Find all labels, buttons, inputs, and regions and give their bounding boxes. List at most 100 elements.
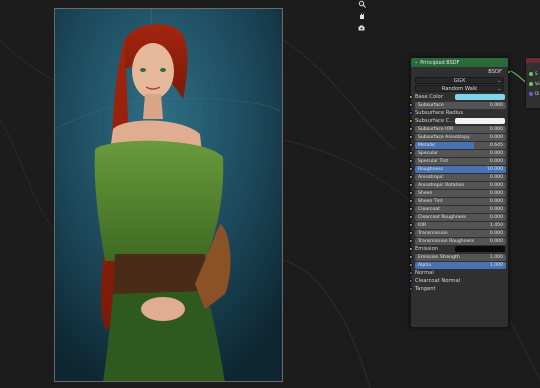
anisotropic-socket[interactable] bbox=[408, 175, 413, 179]
volume-input-socket[interactable] bbox=[529, 82, 533, 86]
specular-tint-socket[interactable] bbox=[408, 159, 413, 163]
material-output-node[interactable]: S Vo Di bbox=[525, 57, 540, 109]
node-editor[interactable]: ⌄ Principled BSDF BSDF GGX ⌄ Random Walk… bbox=[0, 0, 540, 388]
input-subsurface-radius[interactable]: Subsurface Radius bbox=[408, 109, 508, 117]
specular-field[interactable]: Specular 0.000 bbox=[415, 149, 506, 157]
output-label: BSDF bbox=[488, 68, 502, 75]
dropdown-chevron-icon: ⌄ bbox=[497, 78, 501, 83]
distribution-dropdown[interactable]: GGX ⌄ bbox=[415, 77, 504, 84]
material-output-header[interactable] bbox=[526, 58, 540, 63]
output-bsdf: BSDF bbox=[411, 67, 511, 76]
volume-label: Vo bbox=[535, 81, 540, 86]
subsurface-color-socket[interactable] bbox=[408, 119, 413, 123]
input-transmission[interactable]: Transmission 0.000 bbox=[408, 229, 508, 237]
zoom-icon[interactable] bbox=[356, 0, 368, 9]
input-clearcoat[interactable]: Clearcoat 0.000 bbox=[408, 205, 508, 213]
clearcoat-socket[interactable] bbox=[408, 207, 413, 211]
transmission-field[interactable]: Transmission 0.000 bbox=[415, 229, 506, 237]
emission-strength-socket[interactable] bbox=[408, 255, 413, 259]
transmission-roughness-socket[interactable] bbox=[408, 239, 413, 243]
input-sheen[interactable]: Sheen 0.000 bbox=[408, 189, 508, 197]
input-tangent[interactable]: Tangent bbox=[408, 285, 508, 293]
input-subsurface[interactable]: Subsurface 0.000 bbox=[408, 101, 508, 109]
ior-socket[interactable] bbox=[408, 223, 413, 227]
input-base-color[interactable]: Base Color bbox=[408, 93, 508, 101]
input-emission-strength[interactable]: Emission Strength 1.000 bbox=[408, 253, 508, 261]
collapse-chevron-icon[interactable]: ⌄ bbox=[414, 60, 418, 65]
input-ior[interactable]: IOR 1.450 bbox=[408, 221, 508, 229]
sheen-tint-socket[interactable] bbox=[408, 199, 413, 203]
input-anisotropic-rotation[interactable]: Anisotropic Rotation 0.000 bbox=[408, 181, 508, 189]
ior-field[interactable]: IOR 1.450 bbox=[415, 221, 506, 229]
specular-socket[interactable] bbox=[408, 151, 413, 155]
material-output-node-partial[interactable]: S Vo Di bbox=[525, 57, 540, 109]
camera-icon[interactable] bbox=[356, 22, 368, 33]
subsurface-method-dropdown[interactable]: Random Walk ⌄ bbox=[415, 85, 504, 92]
sheen-tint-field[interactable]: Sheen Tint 0.000 bbox=[415, 197, 506, 205]
input-specular-tint[interactable]: Specular Tint 0.000 bbox=[408, 157, 508, 165]
clearcoat-roughness-socket[interactable] bbox=[408, 215, 413, 219]
subsurface-anisotropy-field[interactable]: Subsurface Anisotropy 0.000 bbox=[415, 133, 506, 141]
transmission-socket[interactable] bbox=[408, 231, 413, 235]
tangent-socket[interactable] bbox=[408, 287, 413, 291]
clearcoat-normal-socket[interactable] bbox=[408, 279, 413, 283]
input-roughness[interactable]: Roughness 10.000 bbox=[408, 165, 508, 173]
subsurface-radius-socket[interactable] bbox=[408, 111, 413, 115]
anisotropic-rotation-socket[interactable] bbox=[408, 183, 413, 187]
field-value: 1.450 bbox=[489, 222, 503, 228]
input-clearcoat-normal[interactable]: Clearcoat Normal bbox=[408, 277, 508, 285]
base-color-swatch[interactable] bbox=[455, 94, 505, 100]
input-sheen-tint[interactable]: Sheen Tint 0.000 bbox=[408, 197, 508, 205]
displacement-input-socket[interactable] bbox=[529, 92, 533, 96]
input-normal[interactable]: Normal bbox=[408, 269, 508, 277]
field-label: Transmission bbox=[418, 230, 448, 236]
subsurface-ior-field[interactable]: Subsurface IOR 0.000 bbox=[415, 125, 506, 133]
field-value: 0.645 bbox=[489, 142, 503, 148]
field-value: 0.000 bbox=[489, 150, 503, 156]
input-subsurface-anisotropy[interactable]: Subsurface Anisotropy 0.000 bbox=[408, 133, 508, 141]
alpha-socket[interactable] bbox=[408, 263, 413, 267]
sheen-socket[interactable] bbox=[408, 191, 413, 195]
field-value: 0.000 bbox=[489, 174, 503, 180]
roughness-socket[interactable] bbox=[408, 167, 413, 171]
emission-socket[interactable] bbox=[408, 247, 413, 251]
specular-tint-field[interactable]: Specular Tint 0.000 bbox=[415, 157, 506, 165]
clearcoat-field[interactable]: Clearcoat 0.000 bbox=[415, 205, 506, 213]
input-clearcoat-roughness[interactable]: Clearcoat Roughness 0.000 bbox=[408, 213, 508, 221]
subsurface-ior-socket[interactable] bbox=[408, 127, 413, 131]
bsdf-output-socket[interactable] bbox=[506, 69, 511, 74]
surface-input-socket[interactable] bbox=[529, 72, 533, 76]
emission-strength-field[interactable]: Emission Strength 1.000 bbox=[415, 253, 506, 261]
field-value: 0.000 bbox=[489, 158, 503, 164]
principled-bsdf-node[interactable]: ⌄ Principled BSDF BSDF GGX ⌄ Random Walk… bbox=[408, 57, 511, 328]
input-specular[interactable]: Specular 0.000 bbox=[408, 149, 508, 157]
emission-swatch[interactable] bbox=[455, 246, 505, 252]
hand-icon[interactable] bbox=[356, 10, 368, 21]
input-metallic[interactable]: Metallic 0.645 bbox=[408, 141, 508, 149]
input-anisotropic[interactable]: Anisotropic 0.000 bbox=[408, 173, 508, 181]
subsurface-field[interactable]: Subsurface 0.000 bbox=[415, 101, 506, 109]
input-emission[interactable]: Emission bbox=[408, 245, 508, 253]
sheen-field[interactable]: Sheen 0.000 bbox=[415, 189, 506, 197]
base-color-socket[interactable] bbox=[408, 95, 413, 99]
metallic-field[interactable]: Metallic 0.645 bbox=[415, 141, 506, 149]
anisotropic-rotation-field[interactable]: Anisotropic Rotation 0.000 bbox=[415, 181, 506, 189]
node-header[interactable]: ⌄ Principled BSDF bbox=[411, 58, 508, 67]
alpha-field[interactable]: Alpha 1.000 bbox=[415, 261, 506, 269]
subsurface-color-swatch[interactable] bbox=[455, 118, 505, 124]
clearcoat-roughness-field[interactable]: Clearcoat Roughness 0.000 bbox=[415, 213, 506, 221]
normal-socket[interactable] bbox=[408, 271, 413, 275]
field-value: 0.000 bbox=[489, 134, 503, 140]
subsurface-anisotropy-socket[interactable] bbox=[408, 135, 413, 139]
input-alpha[interactable]: Alpha 1.000 bbox=[408, 261, 508, 269]
anisotropic-field[interactable]: Anisotropic 0.000 bbox=[415, 173, 506, 181]
field-value: 0.000 bbox=[489, 126, 503, 132]
input-subsurface-color[interactable]: Subsurface C... bbox=[408, 117, 508, 125]
subsurface-socket[interactable] bbox=[408, 103, 413, 107]
transmission-roughness-field[interactable]: Transmission Roughness 0.000 bbox=[415, 237, 506, 245]
metallic-socket[interactable] bbox=[408, 143, 413, 147]
input-subsurface-ior[interactable]: Subsurface IOR 0.000 bbox=[408, 125, 508, 133]
roughness-field[interactable]: Roughness 10.000 bbox=[415, 165, 506, 173]
input-transmission-roughness[interactable]: Transmission Roughness 0.000 bbox=[408, 237, 508, 245]
field-label: Subsurface IOR bbox=[418, 126, 454, 132]
